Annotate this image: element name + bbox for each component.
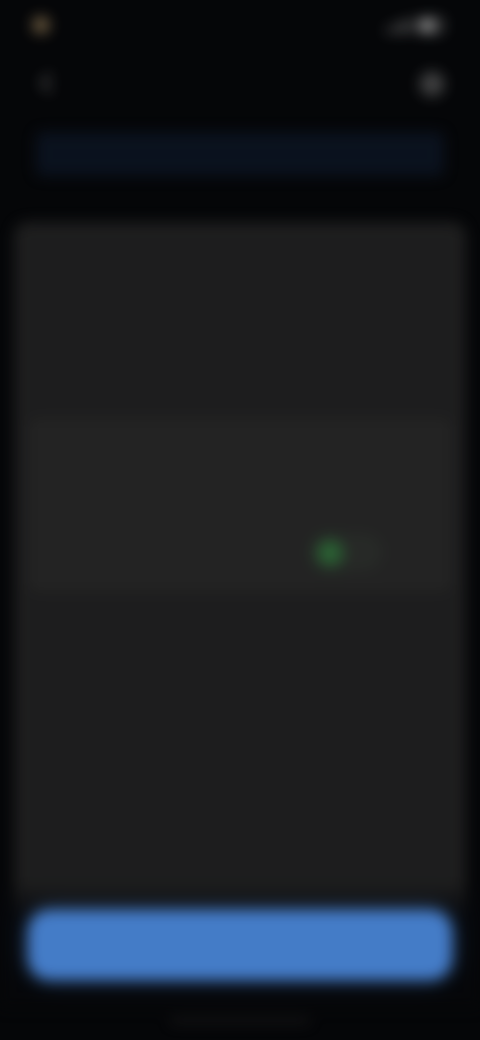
signal-bar xyxy=(386,27,390,33)
more-icon[interactable] xyxy=(420,72,444,96)
page-title xyxy=(140,76,340,96)
panel-title xyxy=(130,242,350,266)
settings-row[interactable] xyxy=(28,418,452,505)
settings-row-label xyxy=(48,448,148,468)
banner-text xyxy=(50,144,172,162)
blurred-ui-layer xyxy=(0,0,480,1040)
info-banner[interactable] xyxy=(36,132,444,176)
app-screen xyxy=(0,0,480,1040)
status-right xyxy=(386,18,444,33)
settings-row[interactable] xyxy=(28,504,452,590)
status-indicator-icon xyxy=(34,18,48,32)
panel-label xyxy=(44,306,144,326)
section-heading xyxy=(34,368,284,396)
toggle-switch[interactable] xyxy=(310,534,382,570)
home-indicator xyxy=(170,1018,310,1023)
arrow-left-icon xyxy=(40,73,52,93)
main-panel xyxy=(14,222,466,982)
primary-action-button[interactable] xyxy=(28,910,452,980)
bottom-action-bar xyxy=(0,882,480,1008)
settings-row-value xyxy=(344,448,424,466)
signal-icon xyxy=(386,18,411,33)
toggle-knob xyxy=(318,541,342,565)
status-bar xyxy=(0,0,480,48)
signal-bar xyxy=(400,21,404,33)
settings-row-label xyxy=(48,542,108,562)
app-header xyxy=(0,52,480,124)
signal-bar xyxy=(407,18,411,33)
settings-card xyxy=(28,418,452,592)
signal-bar xyxy=(393,24,397,33)
back-icon[interactable] xyxy=(34,70,60,96)
battery-icon xyxy=(418,18,444,33)
status-left xyxy=(34,18,58,32)
